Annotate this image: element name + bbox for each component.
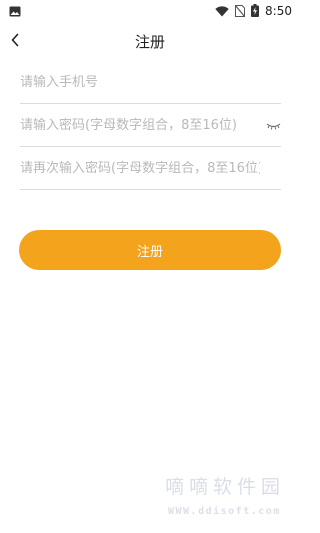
- phone-input[interactable]: [20, 62, 260, 103]
- image-icon: [9, 2, 21, 21]
- watermark-url: WWW.ddisoft.com: [168, 506, 281, 517]
- status-bar: 8:50: [0, 0, 300, 22]
- password-visibility-toggle[interactable]: [265, 119, 281, 131]
- confirm-password-input[interactable]: [20, 148, 260, 189]
- no-sim-icon: [234, 2, 246, 21]
- page-title: 注册: [134, 33, 165, 51]
- watermark-title: 嘀嘀软件园: [165, 476, 286, 498]
- battery-charging-icon: [251, 2, 260, 21]
- status-time: 8:50: [265, 4, 292, 18]
- wifi-icon: [215, 2, 229, 21]
- confirm-password-field-row: [20, 148, 281, 190]
- password-field-row: [20, 105, 281, 147]
- password-input[interactable]: [20, 105, 260, 146]
- register-screen: 8:50 注册 请输入手机号 注册 嘀嘀软件园 WWW.ddisoft.com: [0, 0, 300, 533]
- phone-field-row: [20, 62, 281, 104]
- register-button[interactable]: 注册: [19, 230, 281, 270]
- eye-closed-icon: [266, 116, 281, 135]
- header: 注册: [0, 22, 300, 60]
